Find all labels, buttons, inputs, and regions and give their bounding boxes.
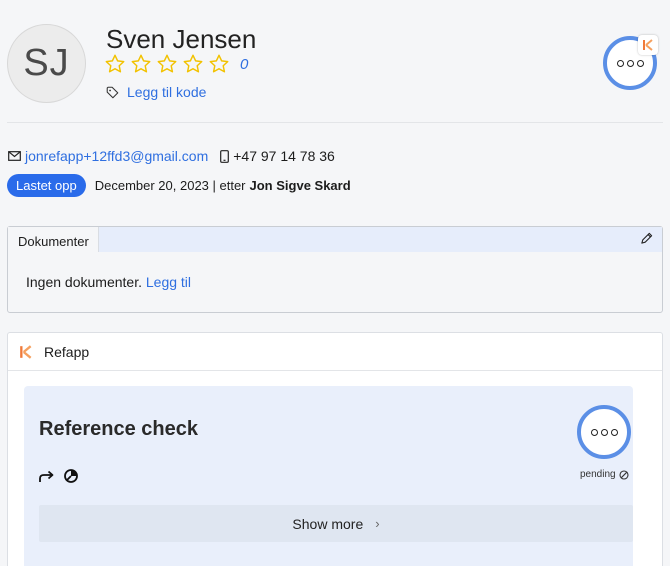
documents-panel: Dokumenter Ingen dokumenter. Legg til <box>7 226 663 313</box>
status-row: Lastet opp December 20, 2023 | etter Jon… <box>7 174 351 197</box>
refapp-title: Refapp <box>44 343 90 360</box>
star-icon[interactable] <box>130 53 152 75</box>
phone[interactable]: +47 97 14 78 36 <box>220 148 335 164</box>
tab-documents[interactable]: Dokumenter <box>8 227 99 252</box>
candidate-name: Sven Jensen <box>106 24 257 54</box>
star-icon[interactable] <box>182 53 204 75</box>
status-author: Jon Sigve Skard <box>249 178 351 193</box>
star-icon[interactable] <box>156 53 178 75</box>
profile-header: SJ Sven Jensen 0 Legg til kode <box>0 0 670 122</box>
rating-count[interactable]: 0 <box>240 56 248 73</box>
more-dots-icon <box>590 428 618 436</box>
pie-chart-icon[interactable] <box>63 468 79 484</box>
email-link[interactable]: jonrefapp+12ffd3@gmail.com <box>25 148 208 164</box>
header-divider <box>7 122 663 123</box>
show-more-label: Show more <box>292 515 364 532</box>
card-options-button[interactable] <box>577 405 631 459</box>
reference-check-card: Reference check pending Show more › <box>24 386 633 566</box>
star-icon[interactable] <box>208 53 230 75</box>
phone-number[interactable]: +47 97 14 78 36 <box>233 148 335 164</box>
no-documents-text: Ingen dokumenter. <box>26 274 142 290</box>
refapp-header: Refapp <box>8 333 662 371</box>
pending-label: pending <box>580 469 616 480</box>
pending-status: pending <box>580 469 629 480</box>
status-date: December 20, 2023 | etter <box>94 178 246 193</box>
edit-icon[interactable] <box>640 232 653 245</box>
tag-icon <box>106 86 119 98</box>
pending-icon <box>619 469 629 480</box>
refapp-logo-icon <box>20 344 32 359</box>
phone-icon <box>220 149 230 163</box>
mail-icon <box>8 151 21 161</box>
share-arrow-icon[interactable] <box>38 469 55 484</box>
chevron-right-icon: › <box>375 516 380 531</box>
star-icon[interactable] <box>104 53 126 75</box>
more-dots-icon <box>616 59 644 67</box>
avatar: SJ <box>7 24 86 103</box>
contact-row: jonrefapp+12ffd3@gmail.com +47 97 14 78 … <box>8 148 335 164</box>
status-badge: Lastet opp <box>7 174 86 197</box>
add-document-link[interactable]: Legg til <box>146 274 191 290</box>
documents-body: Ingen dokumenter. Legg til <box>8 252 662 290</box>
card-title: Reference check <box>39 418 198 440</box>
star-rating[interactable]: 0 <box>104 53 248 75</box>
add-tag-link[interactable]: Legg til kode <box>127 84 206 100</box>
refapp-panel: Refapp Reference check pending Show more… <box>7 332 663 566</box>
documents-header: Dokumenter <box>8 227 662 252</box>
card-actions <box>38 468 79 484</box>
refapp-logo-icon <box>638 35 658 55</box>
add-tag[interactable]: Legg til kode <box>106 84 206 100</box>
show-more-button[interactable]: Show more › <box>39 505 633 542</box>
documents-header-bar <box>99 227 662 252</box>
